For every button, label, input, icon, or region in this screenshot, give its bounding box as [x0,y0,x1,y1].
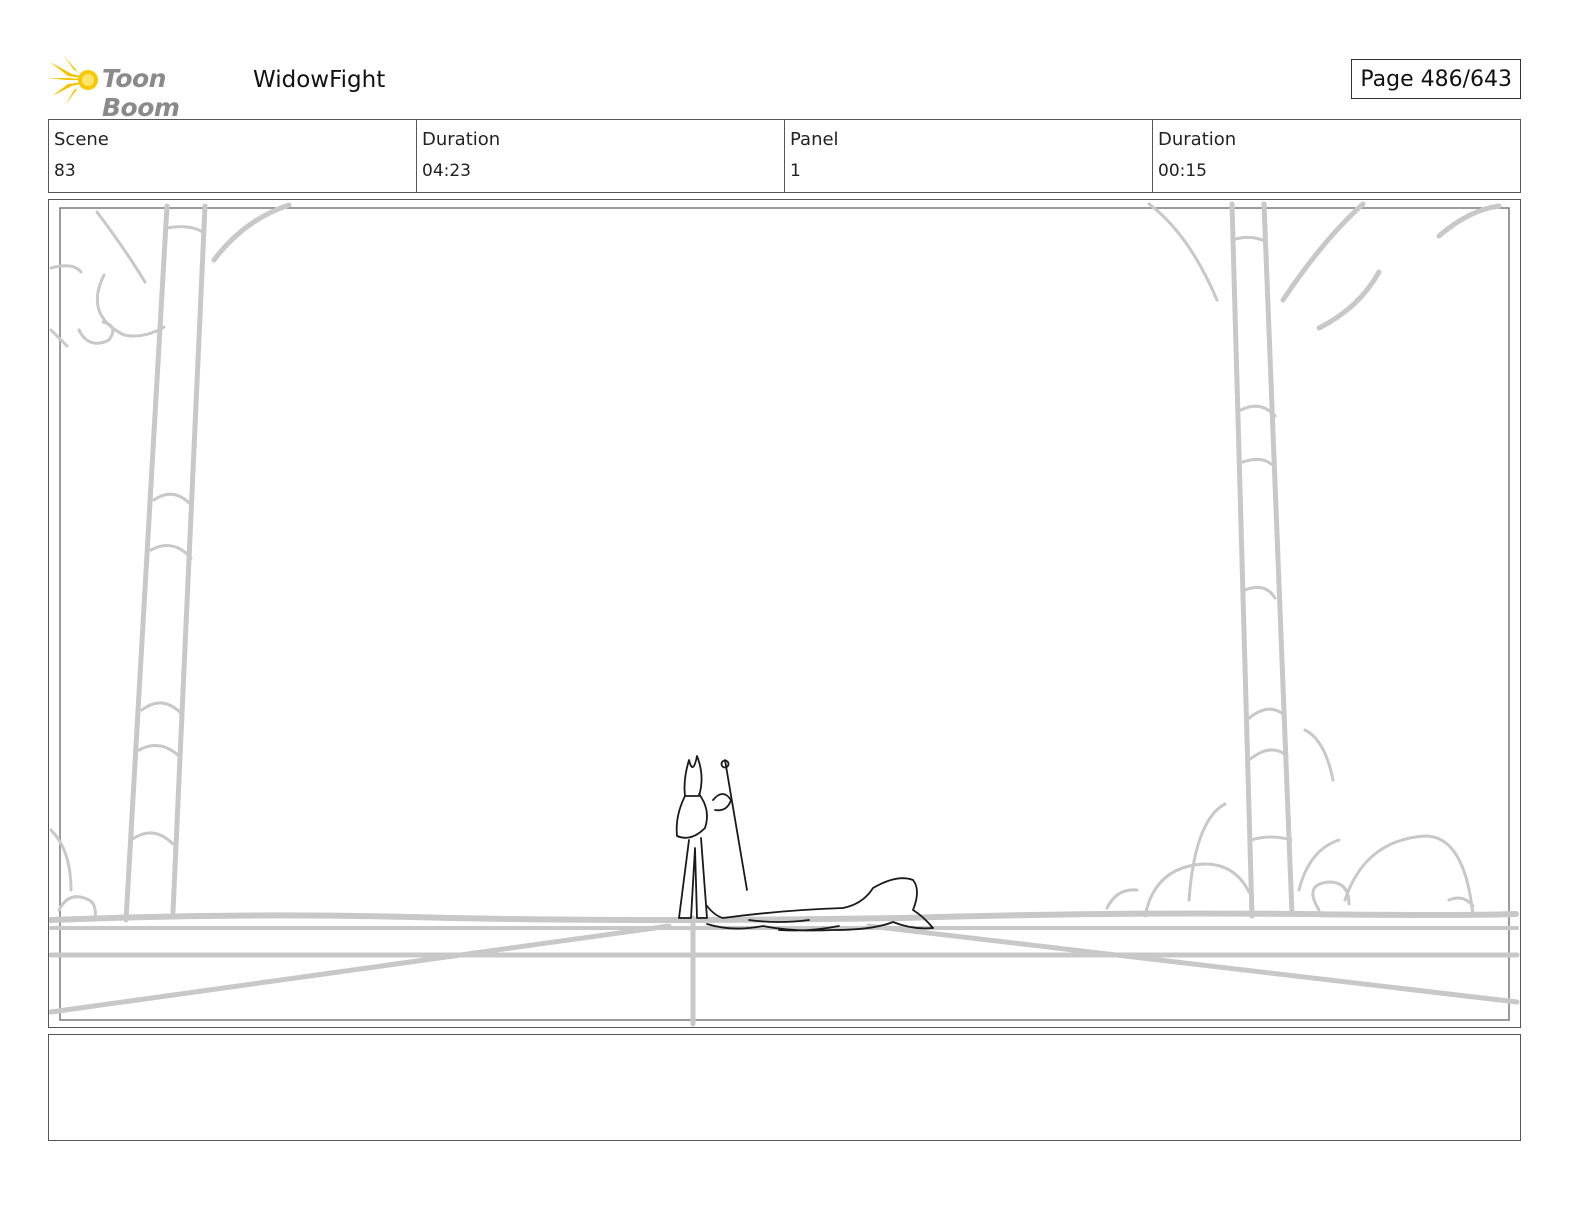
panel-duration-label: Duration [1158,129,1237,150]
panel-duration-value: 00:15 [1158,161,1207,181]
toon-boom-logo: Toon Boom [48,54,238,122]
starburst-icon [48,56,98,104]
panel-cell: Panel 1 [785,120,1153,192]
project-title: WidowFight [253,67,386,93]
scene-duration-label: Duration [422,129,501,150]
scene-cell: Scene 83 [49,120,417,192]
panel-notes-box [48,1034,1521,1141]
scene-duration-value: 04:23 [422,161,471,181]
panel-duration-cell: Duration 00:15 [1153,120,1520,192]
panel-label: Panel [790,129,839,150]
scene-label: Scene [54,129,109,150]
background-sketch [49,201,1520,1027]
character-sketch [675,755,934,932]
storyboard-header: Toon Boom WidowFight Page 486/643 [48,52,1521,122]
sketch-drawing [49,201,1520,1027]
panel-value: 1 [790,161,801,181]
page-indicator: Page 486/643 [1351,59,1521,99]
scene-duration-cell: Duration 04:23 [417,120,785,192]
logo-wordmark: Toon Boom [102,64,180,122]
storyboard-panel-image [48,199,1521,1028]
panel-info-table: Scene 83 Duration 04:23 Panel 1 Duration… [48,119,1521,193]
scene-value: 83 [54,161,76,181]
